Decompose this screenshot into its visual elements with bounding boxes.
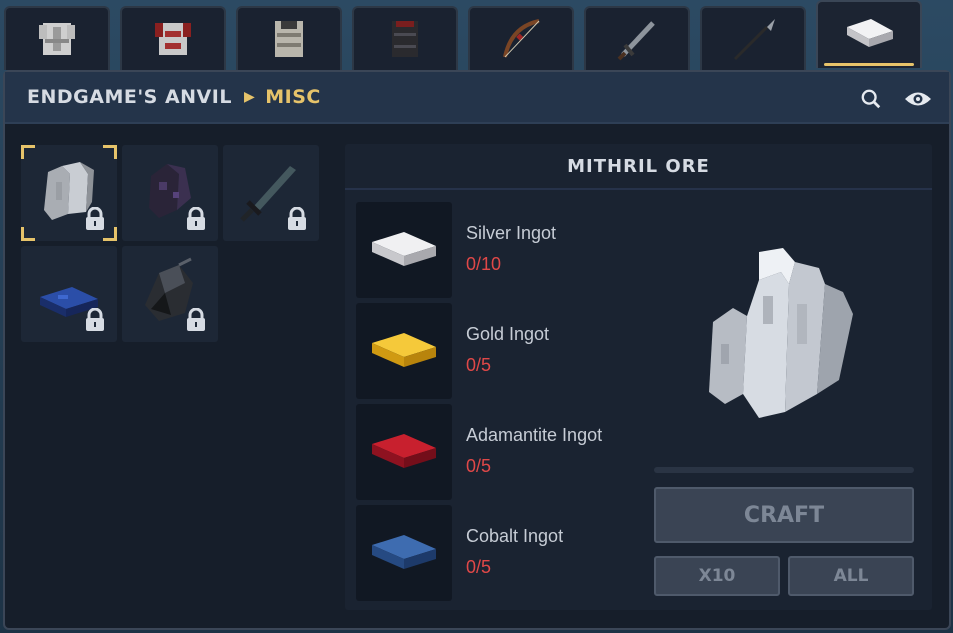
bow-icon — [503, 19, 540, 58]
search-icon[interactable] — [857, 85, 885, 113]
craft-x10-button[interactable]: X10 — [654, 556, 780, 596]
ingredient-count: 0/5 — [466, 456, 492, 476]
eye-icon[interactable] — [903, 85, 933, 113]
mithril-ore-icon — [709, 248, 853, 418]
selection-corner — [21, 227, 35, 241]
recipe-slot-dark-dagger[interactable] — [223, 145, 319, 241]
sword-icon — [617, 21, 655, 61]
lock-icon — [187, 207, 205, 230]
craft-progress-bar — [654, 467, 914, 473]
panel-header: ENDGAME'S ANVIL ▶ MISC — [5, 72, 949, 124]
tab-chestplate-red[interactable] — [120, 6, 226, 70]
selection-corner — [103, 145, 117, 159]
ingredient-count: 0/5 — [466, 355, 492, 375]
ingredient-row: Gold Ingot 0/5 — [356, 303, 656, 399]
tab-sword[interactable] — [584, 6, 690, 70]
cobalt-ingot-icon — [372, 535, 436, 569]
tab-chestplate-white[interactable] — [4, 6, 110, 70]
recipe-slot-blue-ingot[interactable] — [21, 246, 117, 342]
ingredient-count: 0/5 — [466, 557, 492, 577]
recipe-slot-dark-crystal[interactable] — [122, 145, 218, 241]
ingredient-name: Adamantite Ingot — [466, 425, 603, 445]
anvil-panel: ENDGAME'S ANVIL ▶ MISC MITHRIL ORE Silve… — [3, 70, 951, 630]
ingredient-row: Silver Ingot 0/10 — [356, 202, 656, 298]
ingredient-name: Gold Ingot — [466, 324, 550, 344]
silver-ingot-icon — [372, 232, 436, 266]
craft-button[interactable]: CRAFT — [654, 487, 914, 543]
lock-icon — [187, 308, 205, 331]
recipe-title: MITHRIL ORE — [345, 144, 932, 190]
spear-icon — [733, 19, 775, 61]
category-tabs — [0, 0, 953, 72]
lock-icon — [86, 308, 104, 331]
ingredient-slot[interactable] — [356, 505, 452, 601]
recipe-slot-dark-helmet[interactable] — [122, 246, 218, 342]
chestplate-stone-icon — [275, 21, 303, 57]
craft-all-button[interactable]: ALL — [788, 556, 914, 596]
gold-ingot-icon — [372, 333, 436, 367]
chestplate-red-icon — [155, 23, 191, 55]
recipe-detail: MITHRIL ORE Silver Ingot 0/10 Gold Ingot… — [345, 144, 932, 610]
tab-chestplate-stone[interactable] — [236, 6, 342, 70]
tab-spear[interactable] — [700, 6, 806, 70]
selection-corner — [21, 145, 35, 159]
ingredient-slot[interactable] — [356, 303, 452, 399]
silver-ingot-icon — [847, 19, 893, 47]
breadcrumb-current: MISC — [265, 86, 321, 108]
ingredient-slot[interactable] — [356, 202, 452, 298]
tab-silver-ingot[interactable] — [816, 0, 922, 68]
ingredient-row: Cobalt Ingot 0/5 — [356, 505, 656, 601]
ingredient-name: Cobalt Ingot — [466, 526, 564, 546]
recipe-slot-mithril-ore[interactable] — [21, 145, 117, 241]
ingredient-row: Adamantite Ingot 0/5 — [356, 404, 656, 500]
lock-icon — [288, 207, 306, 230]
chestplate-white-icon — [39, 23, 75, 55]
ingredient-slot[interactable] — [356, 404, 452, 500]
selection-corner — [103, 227, 117, 241]
tab-chestplate-dark[interactable] — [352, 6, 458, 70]
breadcrumb-root[interactable]: ENDGAME'S ANVIL — [27, 86, 232, 108]
ingredient-count: 0/10 — [466, 254, 502, 274]
tab-bow[interactable] — [468, 6, 574, 70]
breadcrumb-separator-icon: ▶ — [243, 89, 256, 105]
chestplate-dark-icon — [392, 21, 418, 57]
ingredient-name: Silver Ingot — [466, 223, 557, 243]
adamantite-ingot-icon — [372, 434, 436, 468]
